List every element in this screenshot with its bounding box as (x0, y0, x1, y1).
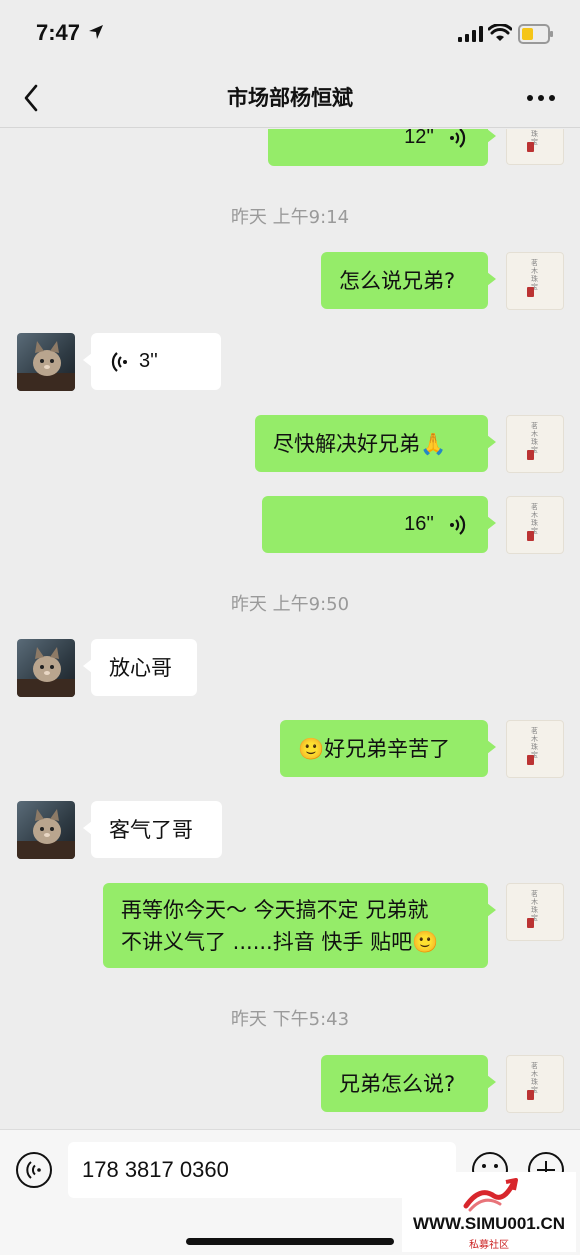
avatar-self[interactable]: 茗木珠宝 (506, 496, 564, 554)
cat-avatar-icon (17, 341, 75, 391)
watermark-text: WWW.SIMU001.CN (412, 1214, 566, 1233)
avatar-friend[interactable] (17, 801, 75, 859)
message-text: 好兄弟辛苦了 (324, 736, 451, 761)
message-text: 尽快解决好兄弟 (273, 431, 420, 456)
voice-wave-icon (450, 514, 466, 535)
message-text-line: 不讲义气了 ......抖音 快手 贴吧 (121, 929, 413, 954)
smile-emoji-icon: 🙂 (412, 929, 439, 954)
smile-emoji-icon: 🙂 (298, 736, 325, 761)
avatar-seal (527, 755, 534, 765)
watermark-subtext: 私募社区 (469, 1240, 509, 1251)
text-message-sent[interactable]: 尽快解决好兄弟🙏 (255, 415, 496, 472)
chat-area[interactable]: 12'' 茗木珠宝 昨天 上午9:14 怎么说兄弟? 茗木珠宝 (0, 129, 580, 1129)
watermark-logo-icon (463, 1178, 518, 1212)
avatar-seal (527, 1090, 534, 1100)
wifi-icon (488, 24, 512, 41)
avatar-self[interactable]: 茗木珠宝 (506, 1055, 564, 1113)
text-message-sent[interactable]: 再等你今天～ 今天搞不定 兄弟就 不讲义气了 ......抖音 快手 贴吧🙂 (103, 883, 496, 968)
text-message-received[interactable]: 客气了哥 (83, 801, 222, 858)
avatar-seal (527, 918, 534, 928)
message-text: 怎么说兄弟? (339, 268, 456, 293)
watermark: WWW.SIMU001.CN 私募社区 (402, 1172, 576, 1252)
status-time: 7:47 (36, 20, 81, 45)
message-content: 尽快解决好兄弟🙏 (255, 429, 464, 459)
timestamp: 昨天 上午9:14 (230, 207, 350, 228)
status-bar: 7:47 (0, 0, 580, 68)
voice-toggle-icon[interactable] (14, 1150, 54, 1190)
timestamp: 昨天 上午9:50 (230, 594, 350, 615)
avatar-self[interactable]: 茗木珠宝 (506, 252, 564, 310)
avatar-self[interactable]: 茗木珠宝 (506, 129, 564, 165)
text-message-received[interactable]: 放心哥 (83, 639, 197, 696)
message-input[interactable] (68, 1142, 456, 1198)
battery-icon (518, 24, 553, 44)
voice-duration: 12'' (404, 129, 434, 148)
avatar-self[interactable]: 茗木珠宝 (506, 415, 564, 473)
cat-avatar-icon (17, 809, 75, 859)
voice-duration: 16'' (404, 513, 434, 535)
avatar-self[interactable]: 茗木珠宝 (506, 883, 564, 941)
ellipsis-icon[interactable] (524, 84, 558, 112)
home-indicator[interactable] (186, 1238, 394, 1245)
voice-wave-icon (111, 351, 127, 372)
voice-message-sent[interactable]: 12'' (268, 129, 496, 166)
avatar-seal (527, 142, 534, 152)
avatar-self[interactable]: 茗木珠宝 (506, 720, 564, 778)
voice-message-received[interactable]: 3'' (83, 333, 221, 390)
chat-title: 市场部杨恒斌 (227, 86, 353, 110)
message-text-line-2: 不讲义气了 ......抖音 快手 贴吧🙂 (121, 926, 438, 958)
text-message-sent[interactable]: 🙂好兄弟辛苦了 (280, 720, 496, 777)
text-message-sent[interactable]: 怎么说兄弟? (321, 252, 496, 309)
timestamp: 昨天 下午5:43 (230, 1009, 350, 1030)
message-text: 兄弟怎么说? (339, 1071, 456, 1096)
message-text: 放心哥 (109, 655, 172, 680)
signal-icon (458, 26, 483, 42)
pray-emoji-icon: 🙏 (420, 431, 447, 456)
cat-avatar-icon (17, 647, 75, 697)
nav-bar: 市场部杨恒斌 (0, 68, 580, 128)
avatar-friend[interactable] (17, 333, 75, 391)
avatar-seal (527, 450, 534, 460)
message-content: 再等你今天～ 今天搞不定 兄弟就 不讲义气了 ......抖音 快手 贴吧🙂 (103, 894, 456, 958)
message-text: 客气了哥 (109, 817, 193, 842)
location-arrow-icon (89, 25, 103, 39)
avatar-friend[interactable] (17, 639, 75, 697)
avatar-seal (527, 531, 534, 541)
voice-message-sent[interactable]: 16'' (262, 496, 496, 553)
message-content: 🙂好兄弟辛苦了 (280, 734, 468, 764)
avatar-seal (527, 287, 534, 297)
message-text-line: 再等你今天～ 今天搞不定 兄弟就 (121, 897, 429, 922)
text-message-sent[interactable]: 兄弟怎么说? (321, 1055, 496, 1112)
voice-wave-icon (450, 129, 466, 148)
voice-duration: 3'' (139, 350, 158, 372)
